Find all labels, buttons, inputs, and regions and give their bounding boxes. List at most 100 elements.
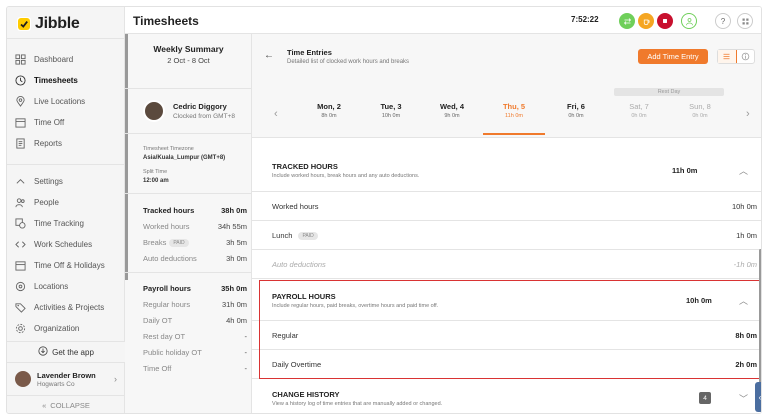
summary-tracked-hours: Tracked hours 38h 0m — [143, 206, 247, 215]
time-tracking-icon — [15, 218, 26, 229]
summary-label: Worked hours — [143, 222, 190, 231]
settings-nav: Settings People Time Tracking Work Sched… — [7, 171, 125, 339]
summary-label: Time Off — [143, 364, 172, 373]
paid-badge: PAID — [298, 232, 318, 241]
row-label: Worked hours — [272, 202, 319, 211]
sidebar-item-label: Organization — [34, 324, 80, 333]
timezone-value: Asia/Kuala_Lumpur (GMT+8) — [143, 155, 226, 161]
collapse-button[interactable]: « COLLAPSE — [7, 395, 125, 413]
summary-label: Regular hours — [143, 300, 191, 309]
day-tab-thu[interactable]: Thu, 5 11h 0m — [484, 102, 544, 119]
chevron-up-icon[interactable]: ︿ — [739, 164, 748, 177]
list-icon — [723, 53, 730, 60]
sidebar-item-work-schedules[interactable]: Work Schedules — [7, 234, 125, 255]
summary-label: Breaks — [143, 238, 167, 247]
summary-payroll-hours: Payroll hours 35h 0m — [143, 284, 247, 293]
day-name: Wed, 4 — [439, 102, 465, 111]
sidebar-item-label: Live Locations — [34, 97, 86, 106]
employee-status: Clocked from GMT+8 — [173, 113, 235, 120]
info-view-button[interactable] — [737, 50, 755, 63]
get-app-button[interactable]: Get the app — [7, 341, 125, 363]
user-icon — [685, 17, 693, 25]
people-icon — [15, 197, 26, 208]
sidebar-item-label: Work Schedules — [34, 240, 93, 249]
stop-button[interactable] — [657, 13, 673, 29]
time-entries-header: ← Time Entries Detailed list of clocked … — [252, 34, 761, 76]
sidebar-item-time-off[interactable]: Time Off — [7, 112, 125, 133]
location-pin-icon — [15, 281, 26, 292]
day-tab-tue[interactable]: Tue, 3 10h 0m — [361, 102, 421, 119]
day-tab-sat[interactable]: Sat, 7 0h 0m — [609, 102, 669, 119]
sidebar-item-live-locations[interactable]: Live Locations — [7, 91, 125, 112]
section-total: 11h 0m — [672, 166, 698, 175]
logo[interactable]: Jibble — [17, 11, 80, 37]
sidebar-item-label: Time Off & Holidays — [34, 261, 105, 270]
sidebar-item-settings[interactable]: Settings — [7, 171, 125, 192]
summary-value: 35h 0m — [221, 284, 247, 293]
app-name: Jibble — [35, 15, 80, 32]
help-button[interactable]: ? — [715, 13, 731, 29]
list-view-button[interactable] — [718, 50, 737, 63]
summary-scrollbar[interactable] — [125, 34, 128, 280]
user-menu[interactable]: Lavender Brown Hogwarts Co › — [7, 363, 125, 395]
summary-regular-hours: Regular hours 31h 0m — [143, 300, 247, 309]
row-label: Lunch PAID — [272, 231, 318, 241]
sidebar: Jibble Dashboard Timesheets Live Locatio… — [7, 7, 125, 413]
add-time-entry-button[interactable]: Add Time Entry — [638, 49, 708, 64]
sidebar-item-timesheets[interactable]: Timesheets — [7, 70, 125, 91]
sidebar-item-label: Settings — [34, 177, 63, 186]
section-subtitle: Include worked hours, break hours and an… — [272, 173, 420, 179]
tracked-hours-section[interactable]: TRACKED HOURS Include worked hours, brea… — [252, 147, 761, 192]
day-tab-sun[interactable]: Sun, 8 0h 0m — [670, 102, 730, 119]
side-panel-toggle[interactable]: ‹ — [755, 382, 761, 412]
sidebar-item-reports[interactable]: Reports — [7, 133, 125, 154]
summary-title: Weekly Summary — [153, 44, 224, 54]
summary-label: Public holiday OT — [143, 348, 202, 357]
day-tab-wed[interactable]: Wed, 4 9h 0m — [422, 102, 482, 119]
day-tab-mon[interactable]: Mon, 2 8h 0m — [299, 102, 359, 119]
entry-row-auto-deductions: Auto deductions -1h 0m — [252, 250, 761, 279]
summary-label: Rest day OT — [143, 332, 186, 341]
chevron-right-icon: › — [114, 374, 117, 384]
sidebar-item-time-tracking[interactable]: Time Tracking — [7, 213, 125, 234]
payroll-highlight-box — [259, 280, 761, 379]
sidebar-item-activities-projects[interactable]: Activities & Projects — [7, 297, 125, 318]
row-label: Auto deductions — [272, 260, 326, 269]
summary-daily-ot: Daily OT 4h 0m — [143, 316, 247, 325]
sidebar-item-people[interactable]: People — [7, 192, 125, 213]
prev-week-chevron-icon[interactable]: ‹ — [274, 108, 278, 120]
get-app-label: Get the app — [52, 347, 94, 357]
chevron-down-icon[interactable]: ﹀ — [739, 392, 748, 405]
double-chevron-left-icon: « — [42, 401, 47, 410]
switch-activity-button[interactable] — [619, 13, 635, 29]
break-button[interactable] — [638, 13, 654, 29]
day-name: Sat, 7 — [629, 102, 649, 111]
summary-value: 3h 5m — [226, 238, 247, 247]
next-week-chevron-icon[interactable]: › — [746, 108, 750, 120]
entry-row-lunch: Lunch PAID 1h 0m — [252, 221, 761, 250]
location-pin-icon — [15, 96, 26, 107]
sidebar-item-organization[interactable]: Organization — [7, 318, 125, 339]
back-arrow-icon[interactable]: ← — [264, 50, 274, 61]
sidebar-item-locations[interactable]: Locations — [7, 276, 125, 297]
day-name: Sun, 8 — [689, 102, 711, 111]
sidebar-item-label: People — [34, 198, 59, 207]
day-tab-fri[interactable]: Fri, 6 0h 0m — [546, 102, 606, 119]
integrations-button[interactable] — [737, 13, 753, 29]
app-window: Jibble Dashboard Timesheets Live Locatio… — [6, 6, 762, 414]
row-value: 1h 0m — [736, 231, 757, 240]
section-subtitle: View a history log of time entries that … — [272, 401, 443, 407]
user-status-button[interactable] — [681, 13, 697, 29]
sidebar-item-dashboard[interactable]: Dashboard — [7, 49, 125, 70]
sidebar-item-time-off-holidays[interactable]: Time Off & Holidays — [7, 255, 125, 276]
summary-breaks: Breaks PAID 3h 5m — [143, 238, 247, 248]
change-history-section[interactable]: CHANGE HISTORY View a history log of tim… — [252, 379, 761, 413]
content-scrollbar[interactable] — [759, 249, 761, 399]
day-hours: 8h 0m — [321, 113, 337, 119]
calendar-icon — [15, 260, 26, 271]
running-clock: 7:52:22 — [571, 15, 599, 24]
sidebar-item-label: Reports — [34, 139, 63, 148]
summary-time-off: Time Off - — [143, 364, 247, 373]
section-title: CHANGE HISTORY — [272, 390, 340, 399]
day-hours: 0h 0m — [692, 113, 708, 119]
